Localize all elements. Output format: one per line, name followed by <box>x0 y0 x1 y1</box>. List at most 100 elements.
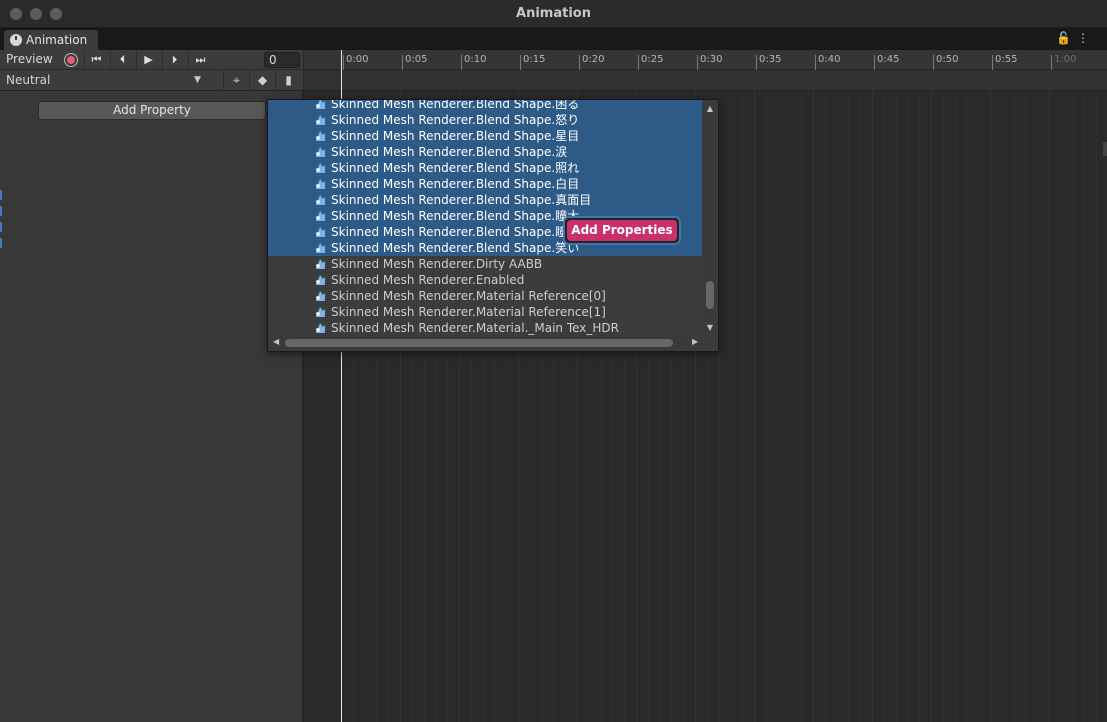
grid-line <box>825 91 826 722</box>
record-button[interactable] <box>64 53 78 67</box>
property-label: Skinned Mesh Renderer.Blend Shape.怒り <box>331 113 580 127</box>
grid-line <box>778 91 779 722</box>
more-options-icon[interactable]: ⋮ <box>1077 31 1095 45</box>
scroll-up-icon[interactable]: ▲ <box>702 104 718 113</box>
property-label: Skinned Mesh Renderer.Blend Shape.瞳小 <box>331 225 580 239</box>
skinned-mesh-icon <box>314 130 327 142</box>
skinned-mesh-icon <box>314 306 327 318</box>
first-keyframe-button[interactable]: ⏮ <box>84 51 108 69</box>
property-label: Skinned Mesh Renderer.Blend Shape.星目 <box>331 129 580 143</box>
time-tick: 0:55 <box>991 54 1018 70</box>
tab-animation[interactable]: Animation <box>4 30 98 50</box>
grid-line <box>1084 91 1085 722</box>
grid-line <box>896 91 897 722</box>
grid-line <box>789 91 790 722</box>
grid-line <box>1014 91 1015 722</box>
grid-line <box>1002 91 1003 722</box>
horizontal-scrollbar[interactable]: ◀ ▶ <box>268 335 703 351</box>
lock-icon[interactable]: 🔓 <box>1056 31 1077 45</box>
scroll-left-icon[interactable]: ◀ <box>273 337 279 346</box>
property-label: Skinned Mesh Renderer.Blend Shape.涙 <box>331 145 568 159</box>
last-keyframe-button[interactable]: ⏭ <box>188 51 212 69</box>
property-label: Skinned Mesh Renderer.Blend Shape.笑い <box>331 241 580 255</box>
skinned-mesh-icon <box>314 162 327 174</box>
grid-line <box>837 91 838 722</box>
property-list-item[interactable]: Skinned Mesh Renderer.Enabled <box>268 272 703 288</box>
property-label: Skinned Mesh Renderer.Blend Shape.困る <box>331 100 580 111</box>
add-properties-button[interactable]: Add Properties <box>567 220 677 241</box>
grid-line <box>730 91 731 722</box>
next-keyframe-button[interactable]: ⏵ <box>162 51 186 69</box>
timeline-scroll-edge <box>1103 142 1107 156</box>
time-tick: 0:25 <box>637 54 664 70</box>
tab-options: 🔓⋮ <box>1056 31 1095 45</box>
grid-line <box>813 91 814 722</box>
scroll-right-icon[interactable]: ▶ <box>692 337 698 346</box>
time-tick: 0:30 <box>696 54 723 70</box>
property-list-item[interactable]: Skinned Mesh Renderer.Blend Shape.真面目 <box>268 192 703 208</box>
grid-line <box>1037 91 1038 722</box>
skinned-mesh-icon <box>314 178 327 190</box>
add-event-icon[interactable]: ▮ <box>275 70 301 90</box>
event-lane[interactable] <box>304 70 1107 91</box>
frame-input[interactable]: 0 <box>264 52 300 68</box>
grid-line <box>766 91 767 722</box>
previous-keyframe-button[interactable]: ⏴ <box>110 51 134 69</box>
grid-line <box>1096 91 1097 722</box>
preview-button[interactable]: Preview <box>6 52 53 66</box>
grid-line <box>955 91 956 722</box>
time-ruler[interactable]: 0:00 0:05 0:10 0:15 0:20 0:25 0:30 0:35 … <box>304 50 1107 70</box>
skinned-mesh-icon <box>314 322 327 334</box>
time-tick: 0:00 <box>342 54 369 70</box>
property-list-item[interactable]: Skinned Mesh Renderer.Blend Shape.怒り <box>268 112 703 128</box>
grid-line <box>801 91 802 722</box>
grid-line <box>884 91 885 722</box>
property-list-item[interactable]: Skinned Mesh Renderer.Material Reference… <box>268 288 703 304</box>
grid-line <box>719 91 720 722</box>
property-label: Skinned Mesh Renderer.Blend Shape.白目 <box>331 177 580 191</box>
property-panel: Preview ⏮ ⏴ ▶ ⏵ ⏭ 0 Neutral ▼ ⌖ ◆ ▮ Add … <box>0 50 303 722</box>
chevron-down-icon: ▼ <box>194 75 201 85</box>
scroll-down-icon[interactable]: ▼ <box>702 323 718 332</box>
property-list-item[interactable]: Skinned Mesh Renderer.Blend Shape.星目 <box>268 128 703 144</box>
grid-line <box>1073 91 1074 722</box>
vertical-scroll-thumb[interactable] <box>706 281 714 309</box>
skinned-mesh-icon <box>314 100 327 110</box>
property-list-item[interactable]: Skinned Mesh Renderer.Blend Shape.困る <box>268 100 703 112</box>
property-list-item[interactable]: Skinned Mesh Renderer.Material._Main Tex… <box>268 320 703 336</box>
property-list-item[interactable]: Skinned Mesh Renderer.Dirty AABB <box>268 256 703 272</box>
property-label: Skinned Mesh Renderer.Material Reference… <box>331 305 606 319</box>
time-tick: 0:05 <box>401 54 428 70</box>
time-tick: 1:00 <box>1050 54 1077 70</box>
property-label: Skinned Mesh Renderer.Enabled <box>331 273 525 287</box>
grid-line <box>919 91 920 722</box>
property-list-item[interactable]: Skinned Mesh Renderer.Material Reference… <box>268 304 703 320</box>
time-tick: 0:35 <box>755 54 782 70</box>
time-tick: 0:50 <box>932 54 959 70</box>
play-button[interactable]: ▶ <box>136 51 160 69</box>
property-list-item[interactable]: Skinned Mesh Renderer.Blend Shape.照れ <box>268 160 703 176</box>
title-bar: Animation <box>0 0 1107 28</box>
grid-line <box>990 91 991 722</box>
property-list-item[interactable]: Skinned Mesh Renderer.Blend Shape.白目 <box>268 176 703 192</box>
skinned-mesh-icon <box>314 114 327 126</box>
skinned-mesh-icon <box>314 290 327 302</box>
skinned-mesh-icon <box>314 210 327 222</box>
property-list-item[interactable]: Skinned Mesh Renderer.Blend Shape.涙 <box>268 144 703 160</box>
clip-toolbar: Neutral ▼ ⌖ ◆ ▮ <box>0 70 303 91</box>
clip-dropdown[interactable]: Neutral <box>0 70 209 90</box>
skinned-mesh-icon <box>314 226 327 238</box>
grid-line <box>943 91 944 722</box>
left-edge-marks <box>0 190 3 270</box>
playback-toolbar: Preview ⏮ ⏴ ▶ ⏵ ⏭ 0 <box>0 50 303 70</box>
tab-bar: Animation 🔓⋮ <box>0 28 1107 50</box>
add-property-button[interactable]: Add Property <box>38 101 266 120</box>
add-keyframe-icon[interactable]: ◆ <box>249 70 275 90</box>
horizontal-scroll-thumb[interactable] <box>285 339 673 347</box>
vertical-scrollbar[interactable]: ▲ ▼ <box>702 100 718 336</box>
grid-line <box>907 91 908 722</box>
time-tick: 0:10 <box>460 54 487 70</box>
time-tick: 0:40 <box>814 54 841 70</box>
property-label: Skinned Mesh Renderer.Dirty AABB <box>331 257 543 271</box>
crosshair-icon[interactable]: ⌖ <box>223 70 249 90</box>
